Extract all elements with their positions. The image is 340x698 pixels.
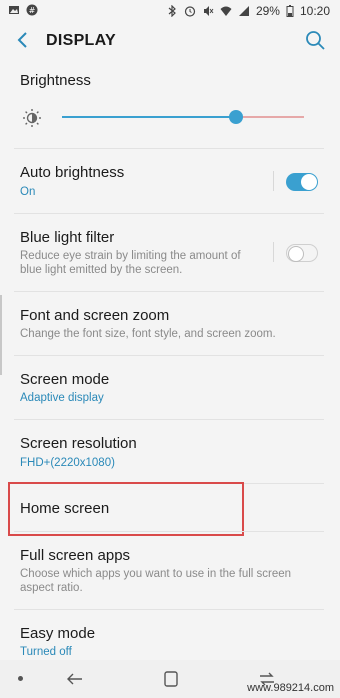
divider (14, 419, 324, 420)
auto-brightness-toggle[interactable] (286, 173, 318, 191)
battery-icon (286, 5, 294, 17)
divider (14, 531, 324, 532)
item-subtitle: Reduce eye strain by limiting the amount… (20, 250, 241, 276)
item-title: Easy mode (20, 625, 96, 642)
nav-back-icon[interactable] (64, 668, 86, 690)
item-subtitle: Adaptive display (20, 392, 104, 404)
search-icon[interactable] (304, 29, 326, 51)
brightness-slider-fill (62, 116, 237, 118)
item-title: Screen mode (20, 371, 110, 388)
divider (14, 609, 324, 610)
app-notification-icon: # (26, 4, 38, 16)
item-title: Screen resolution (20, 435, 137, 452)
divider (14, 355, 324, 356)
item-title: Blue light filter (20, 229, 115, 246)
item-subtitle: Turned off (20, 646, 72, 658)
svg-text:#: # (29, 6, 36, 15)
back-arrow-icon[interactable] (12, 28, 36, 52)
divider (14, 213, 324, 214)
clock: 10:20 (299, 4, 330, 18)
app-bar: DISPLAY (0, 22, 340, 62)
divider (14, 148, 324, 149)
hide-nav-dot-icon[interactable] (18, 676, 23, 681)
toggle-separator (273, 242, 274, 262)
divider (14, 291, 324, 292)
brightness-icon (23, 109, 41, 127)
battery-percent: 29% (255, 4, 280, 18)
alarm-icon (184, 6, 196, 17)
page-title: DISPLAY (46, 32, 116, 49)
signal-icon (238, 6, 249, 16)
nav-home-icon[interactable] (160, 668, 182, 690)
brightness-label: Brightness (20, 72, 91, 89)
item-subtitle: On (20, 186, 36, 198)
brightness-slider-thumb[interactable] (229, 110, 244, 124)
bluetooth-icon (168, 5, 176, 17)
gallery-notification-icon (9, 6, 19, 14)
item-title: Auto brightness (20, 164, 125, 181)
mute-icon (203, 6, 214, 16)
item-title: Font and screen zoom (20, 307, 170, 324)
watermark: www.989214.com (247, 682, 334, 694)
toggle-knob (288, 246, 304, 262)
highlight-box (8, 482, 244, 536)
item-subtitle: FHD+(2220x1080) (20, 457, 115, 469)
blue-light-filter-toggle[interactable] (286, 244, 318, 262)
scroll-edge-indicator (0, 295, 2, 375)
toggle-separator (273, 171, 274, 191)
item-subtitle: Change the font size, font style, and sc… (20, 328, 276, 340)
item-subtitle: Choose which apps you want to use in the… (20, 568, 292, 594)
wifi-icon (220, 6, 232, 16)
status-bar: # 29% 10:20 (0, 0, 340, 22)
toggle-knob (301, 174, 317, 190)
item-title: Full screen apps (20, 547, 131, 564)
